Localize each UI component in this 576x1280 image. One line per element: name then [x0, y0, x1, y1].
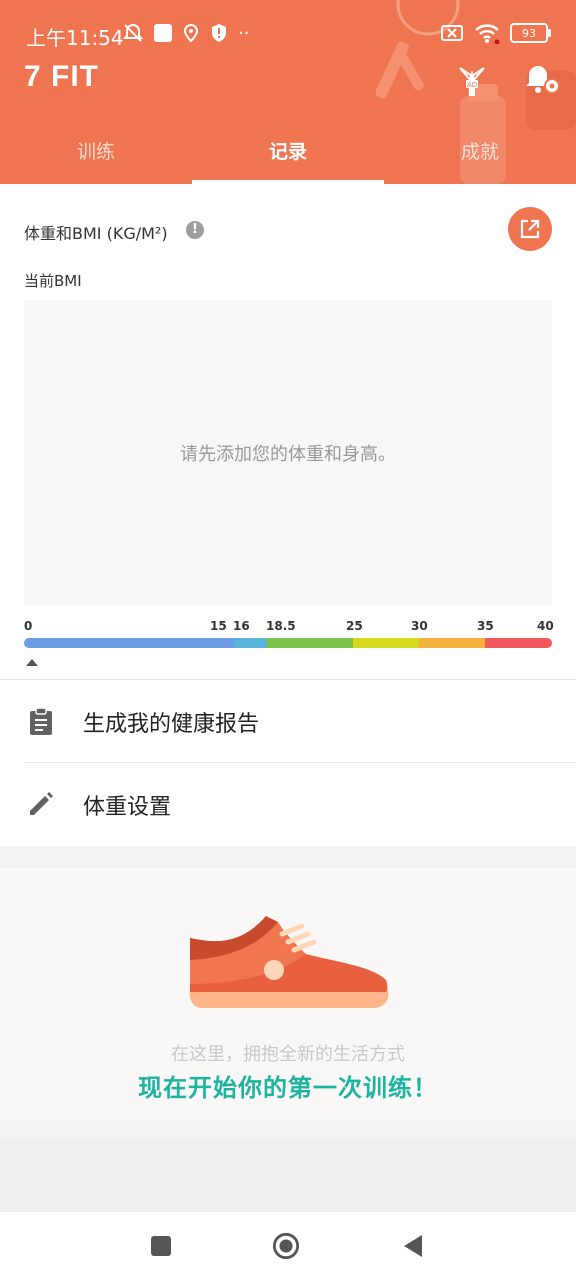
tab-records[interactable]: 记录 [192, 128, 384, 184]
bmi-tick: 40 [537, 619, 554, 633]
svg-text:AD: AD [467, 81, 477, 89]
tab-training[interactable]: 训练 [0, 128, 192, 184]
back-triangle-icon [404, 1235, 422, 1257]
start-training-link[interactable]: 现在开始你的第一次训练！ [0, 1068, 576, 1103]
bmi-tick: 15 [210, 619, 227, 633]
tab-achievements[interactable]: 成就 [384, 128, 576, 184]
pencil-icon [30, 792, 53, 815]
promo-subtitle: 在这里，拥抱全新的生活方式 [171, 1044, 405, 1065]
shield-icon [212, 24, 226, 42]
back-button[interactable] [398, 1232, 426, 1260]
square-icon [151, 1236, 171, 1256]
bmi-tick: 0 [24, 619, 33, 633]
weight-settings-label: 体重设置 [83, 795, 172, 820]
open-external-icon [520, 219, 540, 239]
weight-bmi-card: 体重和BMI (KG/M²) ! 当前BMI 请先添加您的体重和身高。 0 15… [0, 184, 576, 846]
tab-bar: 训练 记录 成就 [0, 128, 576, 184]
status-time: 上午11:54 [26, 26, 124, 50]
more-status-icon: ·· [238, 22, 250, 44]
weight-settings-item[interactable]: 体重设置 [0, 763, 576, 845]
mute-notification-icon [122, 23, 144, 42]
bmi-scale-bar [24, 638, 552, 648]
bmi-segment-underweight-severe [24, 638, 234, 648]
bottom-spacer [0, 1138, 576, 1212]
status-bar: 上午11:54 ·· 93 [0, 0, 576, 60]
bmi-scale-ticks: 0 15 16 18.5 25 30 35 40 [24, 619, 554, 637]
bmi-segment-overweight [353, 638, 419, 648]
battery-level: 93 [522, 26, 536, 40]
app-title: 7 FIT [24, 60, 100, 93]
app-notification-icon [154, 24, 172, 42]
bmi-segment-underweight [234, 638, 267, 648]
bmi-segment-obese [419, 638, 485, 648]
location-icon [183, 23, 199, 43]
info-icon[interactable]: ! [186, 221, 204, 239]
circle-icon [272, 1232, 300, 1260]
health-report-item[interactable]: 生成我的健康报告 [0, 680, 576, 762]
bmi-tick: 18.5 [266, 619, 296, 633]
bmi-segment-obese-severe [485, 638, 552, 648]
bmi-segment-normal [267, 638, 353, 648]
bmi-pointer [26, 659, 38, 666]
bmi-tick: 16 [233, 619, 250, 633]
tab-label: 训练 [76, 141, 115, 163]
bmi-tick: 25 [346, 619, 363, 633]
sneaker-icon [189, 916, 389, 1008]
tab-label: 记录 [268, 141, 307, 163]
open-external-button[interactable] [508, 207, 552, 251]
wifi-icon [475, 24, 500, 44]
system-nav-bar [0, 1212, 576, 1280]
card-title: 体重和BMI (KG/M²) [24, 224, 168, 243]
bmi-empty-message: 请先添加您的体重和身高。 [180, 444, 396, 465]
reminder-settings-icon[interactable] [522, 60, 562, 100]
bmi-tick: 35 [477, 619, 494, 633]
sim-off-icon [441, 25, 463, 41]
clipboard-icon [30, 707, 52, 735]
current-bmi-label: 当前BMI [24, 272, 82, 290]
tab-label: 成就 [460, 141, 499, 163]
battery-indicator: 93 [510, 23, 551, 43]
ad-windmill-icon[interactable]: AD [452, 62, 492, 98]
bmi-display-area[interactable]: 请先添加您的体重和身高。 [24, 300, 552, 606]
home-button[interactable] [272, 1232, 300, 1260]
bmi-tick: 30 [411, 619, 428, 633]
start-training-promo[interactable]: 在这里，拥抱全新的生活方式 现在开始你的第一次训练！ [0, 868, 576, 1120]
health-report-label: 生成我的健康报告 [83, 712, 260, 737]
recents-button[interactable] [147, 1232, 175, 1260]
app-header: 上午11:54 ·· 93 7 FIT AD 训练 记录 成就 [0, 0, 576, 184]
